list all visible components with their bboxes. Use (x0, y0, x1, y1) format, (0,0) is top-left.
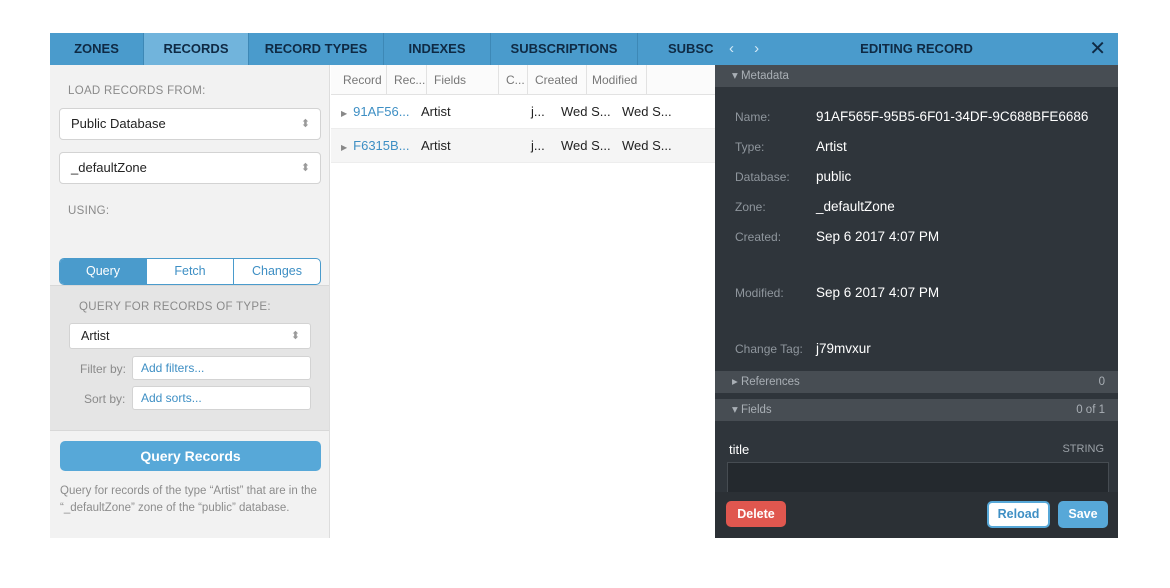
title-field-input[interactable] (727, 462, 1109, 492)
modified-cell: Wed S... (622, 138, 672, 153)
zone-select[interactable]: _defaultZone ⬍ (59, 152, 321, 184)
tab-zones[interactable]: ZONES (50, 33, 144, 65)
query-help-text: Query for records of the type “Artist” t… (60, 485, 317, 514)
modified-key: Modified: (735, 286, 784, 300)
created-cell: Wed S... (561, 138, 611, 153)
sort-by-label: Sort by: (84, 392, 126, 406)
change-tag-value: j79mvxur (816, 341, 871, 356)
query-records-button[interactable]: Query Records (60, 441, 321, 471)
change-tag-cell: j... (531, 104, 545, 119)
filter-input[interactable]: Add filters... (132, 356, 311, 380)
tab-records[interactable]: RECORDS (144, 33, 249, 65)
segment-fetch[interactable]: Fetch (147, 259, 234, 284)
zone-key: Zone: (735, 200, 766, 214)
close-icon[interactable]: ✕ (1089, 33, 1106, 65)
change-tag-key: Change Tag: (735, 342, 803, 356)
fields-section-header[interactable]: ▾ Fields 0 of 1 (715, 399, 1118, 421)
editor-header: EDITING RECORD ‹ › ✕ (715, 33, 1118, 65)
disclosure-triangle-icon[interactable]: ▶ (341, 143, 347, 152)
name-value: 91AF565F-95B5-6F01-34DF-9C688BFE6686 (816, 109, 1089, 124)
editing-record-panel: EDITING RECORD ‹ › ✕ ▾ Metadata Name: 91… (715, 33, 1118, 538)
column-header-change-tag[interactable]: C... (499, 65, 528, 95)
disclosure-triangle-icon[interactable]: ▶ (341, 109, 347, 118)
save-button[interactable]: Save (1058, 501, 1108, 528)
top-tab-bar: ZONES RECORDS RECORD TYPES INDEXES SUBSC… (50, 33, 715, 65)
zone-value: _defaultZone (816, 199, 895, 214)
type-value: Artist (816, 139, 847, 154)
references-section-label: ▸ References (732, 376, 800, 388)
field-name-label: title (729, 442, 750, 457)
using-label: USING: (68, 205, 110, 217)
zone-select-value: _defaultZone (71, 160, 147, 175)
editor-title: EDITING RECORD (860, 41, 973, 56)
type-key: Type: (735, 140, 765, 154)
tab-record-types[interactable]: RECORD TYPES (249, 33, 384, 65)
column-header-modified[interactable]: Modified (587, 65, 647, 95)
prev-next-arrows-icon[interactable]: ‹ › (729, 33, 767, 65)
records-table: Record ... Rec... Fields C... Created Mo… (331, 65, 715, 538)
references-count: 0 (1098, 376, 1105, 388)
tab-indexes[interactable]: INDEXES (384, 33, 491, 65)
query-type-label: QUERY FOR RECORDS OF TYPE: (79, 301, 271, 313)
metadata-section-header[interactable]: ▾ Metadata (715, 65, 1118, 87)
metadata-section-label: ▾ Metadata (732, 70, 789, 82)
column-header-created[interactable]: Created (528, 65, 587, 95)
references-section-header[interactable]: ▸ References 0 (715, 371, 1118, 393)
cloudkit-dashboard: ZONES RECORDS RECORD TYPES INDEXES SUBSC… (50, 33, 1118, 538)
tab-subscriptions[interactable]: SUBSCRIPTIONS (491, 33, 638, 65)
database-key: Database: (735, 170, 790, 184)
table-header: Record ... Rec... Fields C... Created Mo… (331, 65, 715, 95)
fields-count: 0 of 1 (1076, 404, 1105, 416)
modified-value: Sep 6 2017 4:07 PM (816, 285, 940, 300)
up-down-chevron-icon: ⬍ (290, 330, 300, 342)
created-cell: Wed S... (561, 104, 611, 119)
database-value: public (816, 169, 852, 184)
field-type-label: STRING (1062, 443, 1104, 455)
column-header-fields[interactable]: Fields (427, 65, 499, 95)
record-type-cell: Artist (421, 104, 451, 119)
table-row[interactable]: ▶ F6315B... Artist j... Wed S... Wed S... (331, 129, 715, 163)
segment-changes[interactable]: Changes (234, 259, 320, 284)
fields-section-label: ▾ Fields (732, 404, 772, 416)
reload-button[interactable]: Reload (987, 501, 1050, 528)
segment-query[interactable]: Query (60, 259, 147, 284)
column-header-record[interactable]: Record ... (331, 65, 387, 95)
query-options-box: QUERY FOR RECORDS OF TYPE: Artist ⬍ Filt… (50, 285, 329, 431)
up-down-chevron-icon: ⬍ (300, 118, 310, 130)
query-mode-segmented-control: Query Fetch Changes (59, 258, 321, 285)
sort-input[interactable]: Add sorts... (132, 386, 311, 410)
delete-button[interactable]: Delete (726, 501, 786, 527)
tab-subscriptions-2[interactable]: SUBSC (638, 33, 715, 65)
created-key: Created: (735, 230, 782, 244)
record-type-select-value: Artist (81, 329, 110, 343)
record-type-select[interactable]: Artist ⬍ (69, 323, 311, 349)
record-type-cell: Artist (421, 138, 451, 153)
column-header-record-type[interactable]: Rec... (387, 65, 427, 95)
record-name-cell[interactable]: ▶ 91AF56... (331, 104, 419, 119)
created-value: Sep 6 2017 4:07 PM (816, 229, 940, 244)
name-key: Name: (735, 110, 771, 124)
table-row[interactable]: ▶ 91AF56... Artist j... Wed S... Wed S... (331, 95, 715, 129)
query-sidebar: LOAD RECORDS FROM: Public Database ⬍ _de… (50, 65, 330, 538)
editor-footer: Delete Reload Save (715, 492, 1118, 538)
modified-cell: Wed S... (622, 104, 672, 119)
load-records-label: LOAD RECORDS FROM: (68, 85, 206, 97)
database-select-value: Public Database (71, 116, 166, 131)
up-down-chevron-icon: ⬍ (300, 162, 310, 174)
database-select[interactable]: Public Database ⬍ (59, 108, 321, 140)
change-tag-cell: j... (531, 138, 545, 153)
filter-by-label: Filter by: (80, 362, 127, 376)
record-name-cell[interactable]: ▶ F6315B... (331, 138, 419, 153)
